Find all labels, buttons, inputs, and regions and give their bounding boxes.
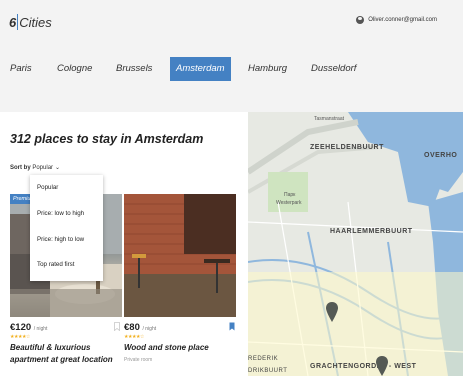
places-list: 312 places to stay in Amsterdam Sort by …	[0, 112, 248, 376]
tab-dusseldorf[interactable]: Dusseldorf	[305, 57, 362, 81]
tab-amsterdam[interactable]: Amsterdam	[170, 57, 231, 81]
logo-number: 6	[9, 14, 17, 30]
sort-value: Popular	[32, 165, 54, 171]
map[interactable]: ZEEHELDENBUURT OVERHO HAARLEMMERBUURT GR…	[248, 112, 463, 376]
rating-stars: ★★★★☆	[124, 334, 144, 340]
price-per-night: / night	[33, 326, 48, 332]
map-pin-icon[interactable]	[326, 302, 338, 322]
sort-option-popular[interactable]: Popular	[37, 184, 58, 191]
rating-stars: ★★★★☆	[10, 334, 30, 340]
place-title[interactable]: Wood and stone place	[124, 342, 234, 354]
map-label: DRIKBUURT	[248, 368, 288, 374]
price-value: €120	[10, 322, 32, 333]
logo[interactable]: 6 Cities	[9, 14, 52, 30]
header: 6 Cities Oliver.conner@gmail.com	[0, 0, 463, 50]
sort-option-top-rated[interactable]: Top rated first	[37, 261, 74, 268]
sort-option-price-low-high[interactable]: Price: low to high	[37, 210, 84, 217]
price-per-night: / night	[142, 326, 157, 332]
sort-label: Sort by	[10, 165, 31, 171]
map-label: HAARLEMMERBUURT	[330, 228, 413, 235]
place-title-line1: Beautiful & luxurious	[10, 343, 91, 352]
sort-option-price-high-low[interactable]: Price: high to low	[37, 236, 84, 243]
map-label: Парк	[284, 192, 296, 198]
chevron-down-icon: ⌄	[55, 165, 61, 171]
place-type: Private room	[124, 357, 153, 363]
place-photo-2	[124, 194, 236, 317]
logo-text: Cities	[19, 14, 52, 30]
sort-dropdown: Popular Price: low to high Price: high t…	[30, 175, 103, 281]
map-label: ZEEHELDENBUURT	[310, 144, 384, 151]
logo-divider	[17, 14, 19, 30]
tab-cologne[interactable]: Cologne	[51, 57, 98, 81]
map-label: REDERIK	[248, 356, 279, 362]
bookmark-icon[interactable]	[114, 322, 120, 331]
price-value: €80	[124, 322, 140, 333]
map-label: GRACHTENGORDEL - WEST	[310, 363, 417, 370]
bookmark-icon[interactable]	[229, 322, 235, 331]
map-highlight-area	[248, 272, 463, 376]
place-title-line2: apartment at great location	[10, 355, 113, 364]
page-title: 312 places to stay in Amsterdam	[10, 132, 204, 146]
price: €120 / night	[10, 322, 47, 333]
user-email: Oliver.conner@gmail.com	[368, 17, 437, 23]
tab-hamburg[interactable]: Hamburg	[242, 57, 293, 81]
map-pin-icon[interactable]	[376, 356, 388, 376]
map-label: OVERHO	[424, 152, 458, 159]
map-label: Tasmanstraat	[314, 116, 345, 122]
place-title[interactable]: Beautiful & luxurious apartment at great…	[10, 342, 120, 366]
tab-paris[interactable]: Paris	[4, 57, 38, 81]
city-tabs: Paris Cologne Brussels Amsterdam Hamburg…	[0, 50, 463, 112]
place-image[interactable]	[124, 194, 236, 317]
tab-brussels[interactable]: Brussels	[110, 57, 158, 81]
map-label: Westerpark	[276, 200, 302, 206]
user-account[interactable]: Oliver.conner@gmail.com	[356, 16, 437, 24]
price: €80 / night	[124, 322, 156, 333]
sort-control[interactable]: Sort by Popular ⌄	[10, 164, 60, 171]
user-icon	[356, 16, 365, 24]
place-card[interactable]: €80 / night ★★★★☆ Wood and stone place P…	[124, 194, 236, 363]
